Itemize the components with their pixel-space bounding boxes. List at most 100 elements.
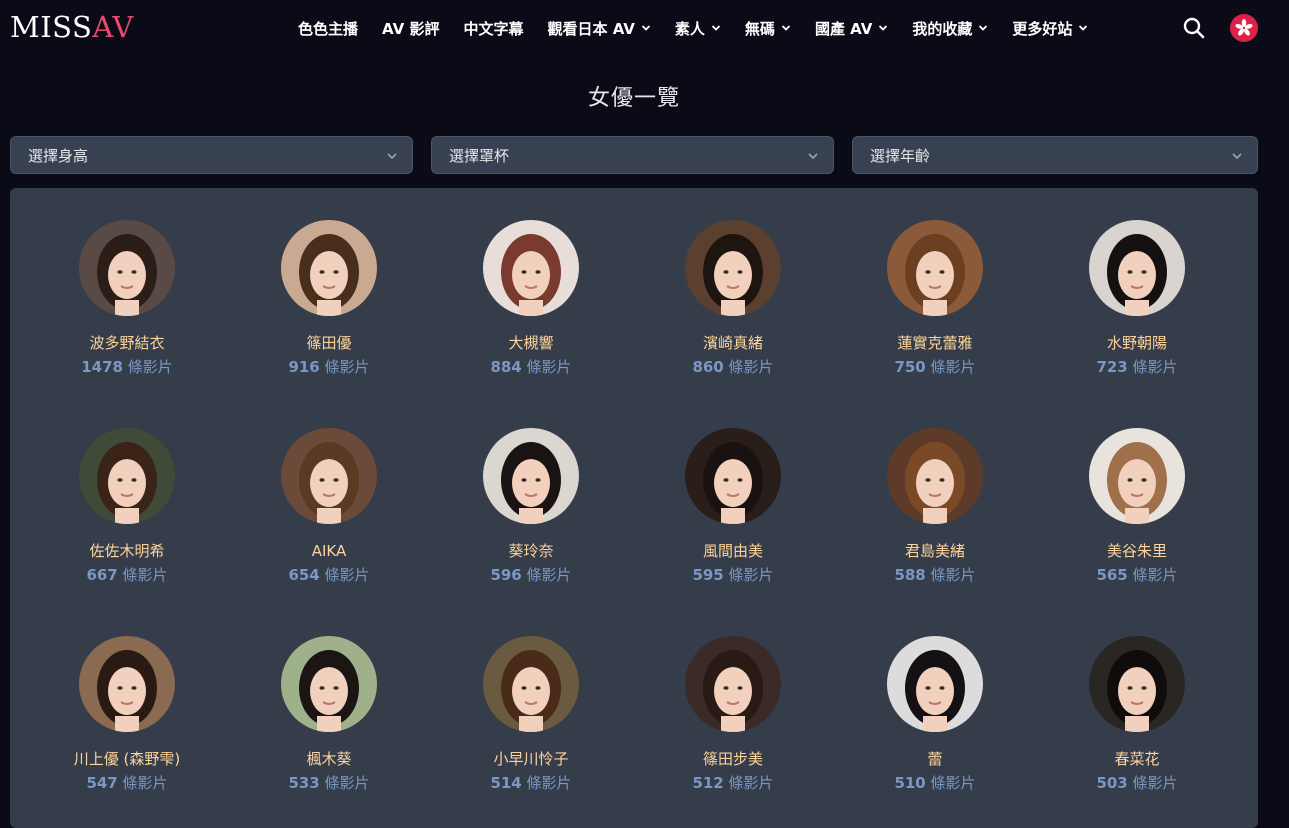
actress-card[interactable]: AIKA 654 條影片 xyxy=(228,428,430,584)
hong-kong-flag-icon[interactable] xyxy=(1230,14,1258,42)
chevron-down-icon xyxy=(1232,153,1242,160)
actress-avatar[interactable] xyxy=(483,636,579,732)
nav-item-label: 更多好站 xyxy=(1012,19,1073,38)
height-filter-select[interactable]: 選擇身高 xyxy=(10,136,413,174)
video-count-number: 547 xyxy=(86,774,118,792)
actress-avatar[interactable] xyxy=(281,636,377,732)
video-count-number: 503 xyxy=(1096,774,1128,792)
chevron-down-icon xyxy=(387,153,397,160)
actress-name[interactable]: 篠田優 xyxy=(228,334,430,352)
video-count: 512 條影片 xyxy=(632,774,834,792)
nav-item-2[interactable]: 中文字幕 xyxy=(463,18,523,39)
actress-avatar[interactable] xyxy=(887,636,983,732)
actress-card[interactable]: 小早川怜子 514 條影片 xyxy=(430,636,632,792)
nav-item-8[interactable]: 更多好站 xyxy=(1012,18,1088,39)
actress-card[interactable]: 波多野結衣 1478 條影片 xyxy=(26,220,228,376)
actress-card[interactable]: 濱崎真緒 860 條影片 xyxy=(632,220,834,376)
video-count-number: 860 xyxy=(692,358,724,376)
actress-name[interactable]: 佐佐木明希 xyxy=(26,542,228,560)
actress-name[interactable]: 大槻響 xyxy=(430,334,632,352)
video-count: 1478 條影片 xyxy=(26,358,228,376)
actress-name[interactable]: 葵玲奈 xyxy=(430,542,632,560)
video-count: 596 條影片 xyxy=(430,566,632,584)
actress-name[interactable]: 篠田步美 xyxy=(632,750,834,768)
actress-avatar[interactable] xyxy=(79,428,175,524)
actress-name[interactable]: 濱崎真緒 xyxy=(632,334,834,352)
actress-card[interactable]: 風間由美 595 條影片 xyxy=(632,428,834,584)
actress-name[interactable]: 君島美緒 xyxy=(834,542,1036,560)
video-count-suffix: 條影片 xyxy=(1132,566,1178,584)
actress-name[interactable]: 小早川怜子 xyxy=(430,750,632,768)
video-count: 595 條影片 xyxy=(632,566,834,584)
actress-name[interactable]: 蕾 xyxy=(834,750,1036,768)
nav-item-7[interactable]: 我的收藏 xyxy=(912,18,988,39)
actress-name[interactable]: 蓮實克蕾雅 xyxy=(834,334,1036,352)
video-count-suffix: 條影片 xyxy=(526,774,572,792)
actress-card[interactable]: 篠田步美 512 條影片 xyxy=(632,636,834,792)
actress-name[interactable]: 水野朝陽 xyxy=(1036,334,1238,352)
actress-card[interactable]: 水野朝陽 723 條影片 xyxy=(1036,220,1238,376)
actress-avatar[interactable] xyxy=(1089,636,1185,732)
top-navigation-bar: MISSAV 色色主播 AV 影評 中文字幕 觀看日本 AV 素人 無碼 國產 AV 我的收藏… xyxy=(0,0,1289,56)
actress-avatar[interactable] xyxy=(281,220,377,316)
actress-card[interactable]: 君島美緒 588 條影片 xyxy=(834,428,1036,584)
nav-item-label: AV 影評 xyxy=(382,19,440,38)
actress-card[interactable]: 葵玲奈 596 條影片 xyxy=(430,428,632,584)
actress-avatar[interactable] xyxy=(79,220,175,316)
actress-avatar[interactable] xyxy=(685,428,781,524)
actress-avatar[interactable] xyxy=(887,220,983,316)
video-count-suffix: 條影片 xyxy=(728,774,774,792)
video-count-number: 512 xyxy=(692,774,724,792)
actress-avatar[interactable] xyxy=(79,636,175,732)
actress-name[interactable]: 波多野結衣 xyxy=(26,334,228,352)
video-count: 533 條影片 xyxy=(228,774,430,792)
video-count: 547 條影片 xyxy=(26,774,228,792)
nav-item-label: 色色主播 xyxy=(298,19,359,38)
video-count-number: 667 xyxy=(86,566,118,584)
chevron-down-icon xyxy=(808,153,818,160)
actress-name[interactable]: AIKA xyxy=(228,542,430,560)
actress-card[interactable]: 美谷朱里 565 條影片 xyxy=(1036,428,1238,584)
video-count-number: 654 xyxy=(288,566,320,584)
actress-name[interactable]: 川上優 (森野雫) xyxy=(26,750,228,768)
chevron-down-icon xyxy=(711,25,721,31)
actress-avatar[interactable] xyxy=(1089,220,1185,316)
actress-grid: 波多野結衣 1478 條影片 篠田優 916 條影片 大槻響 884 條影片 濱崎真緒 860… xyxy=(10,188,1258,828)
actress-card[interactable]: 蓮實克蕾雅 750 條影片 xyxy=(834,220,1036,376)
video-count: 723 條影片 xyxy=(1036,358,1238,376)
actress-name[interactable]: 美谷朱里 xyxy=(1036,542,1238,560)
actress-card[interactable]: 蕾 510 條影片 xyxy=(834,636,1036,792)
video-count-suffix: 條影片 xyxy=(930,566,976,584)
video-count-number: 588 xyxy=(894,566,926,584)
age-filter-select[interactable]: 選擇年齡 xyxy=(852,136,1258,174)
nav-item-4[interactable]: 素人 xyxy=(675,18,721,39)
nav-item-1[interactable]: AV 影評 xyxy=(382,18,439,39)
actress-name[interactable]: 楓木葵 xyxy=(228,750,430,768)
actress-card[interactable]: 春菜花 503 條影片 xyxy=(1036,636,1238,792)
actress-card[interactable]: 楓木葵 533 條影片 xyxy=(228,636,430,792)
actress-avatar[interactable] xyxy=(887,428,983,524)
site-logo[interactable]: MISSAV xyxy=(10,8,134,46)
actress-name[interactable]: 春菜花 xyxy=(1036,750,1238,768)
cup-filter-select[interactable]: 選擇罩杯 xyxy=(431,136,834,174)
chevron-down-icon xyxy=(1079,25,1088,31)
nav-item-6[interactable]: 國產 AV xyxy=(815,18,888,39)
actress-avatar[interactable] xyxy=(685,220,781,316)
video-count-number: 514 xyxy=(490,774,522,792)
actress-card[interactable]: 佐佐木明希 667 條影片 xyxy=(26,428,228,584)
actress-card[interactable]: 篠田優 916 條影片 xyxy=(228,220,430,376)
nav-item-label: 觀看日本 AV xyxy=(547,19,635,38)
actress-avatar[interactable] xyxy=(1089,428,1185,524)
nav-item-3[interactable]: 觀看日本 AV xyxy=(547,18,651,39)
actress-avatar[interactable] xyxy=(483,220,579,316)
nav-item-0[interactable]: 色色主播 xyxy=(298,18,358,39)
nav-item-5[interactable]: 無碼 xyxy=(745,18,791,39)
actress-card[interactable]: 川上優 (森野雫) 547 條影片 xyxy=(26,636,228,792)
search-icon[interactable] xyxy=(1181,15,1207,41)
actress-avatar[interactable] xyxy=(483,428,579,524)
actress-card[interactable]: 大槻響 884 條影片 xyxy=(430,220,632,376)
actress-avatar[interactable] xyxy=(281,428,377,524)
video-count: 654 條影片 xyxy=(228,566,430,584)
actress-avatar[interactable] xyxy=(685,636,781,732)
actress-name[interactable]: 風間由美 xyxy=(632,542,834,560)
